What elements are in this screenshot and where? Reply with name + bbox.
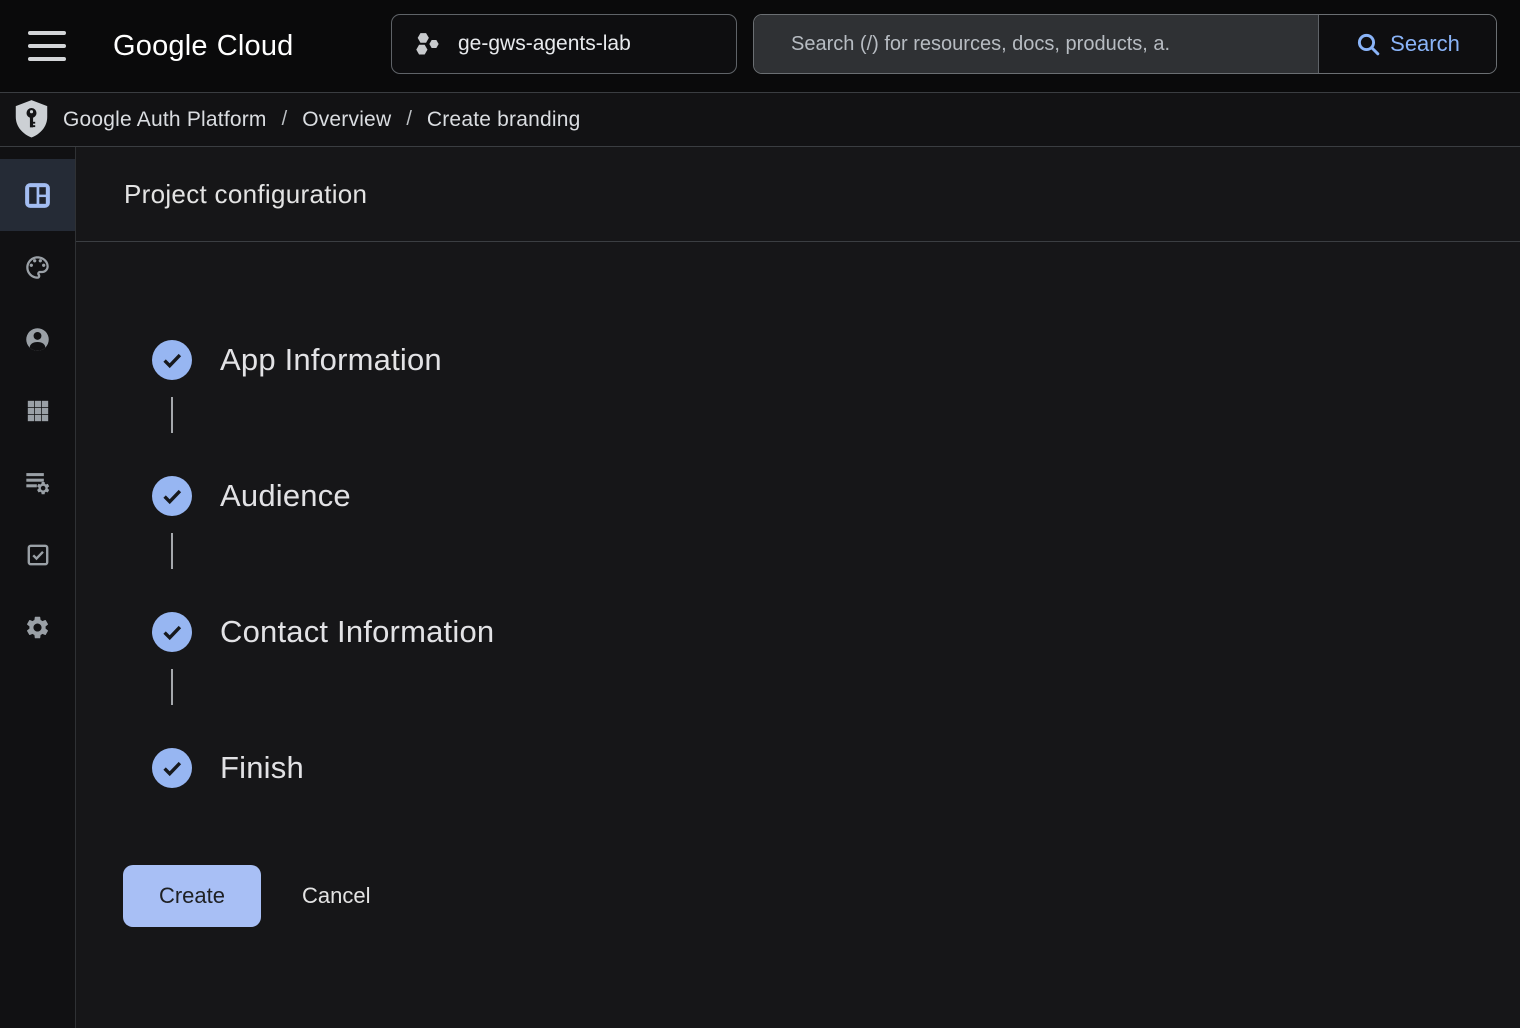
google-cloud-logo[interactable]: Google Cloud	[113, 0, 294, 92]
breadcrumb-separator: /	[282, 108, 288, 131]
global-search: Search	[753, 14, 1497, 74]
step-audience: Audience	[152, 476, 351, 516]
breadcrumb-create-branding: Create branding	[427, 108, 581, 132]
check-circle-icon	[152, 612, 192, 652]
logo-google-text: Google	[113, 30, 208, 63]
step-contact-information: Contact Information	[152, 612, 494, 652]
sidebar-item-audience[interactable]	[0, 303, 75, 375]
search-button[interactable]: Search	[1319, 15, 1496, 73]
breadcrumb-overview[interactable]: Overview	[302, 108, 391, 132]
step-label: Contact Information	[220, 614, 494, 650]
check-circle-icon	[152, 748, 192, 788]
sidebar-item-settings[interactable]	[0, 591, 75, 663]
breadcrumb: Google Auth Platform / Overview / Create…	[63, 108, 580, 132]
sidebar-item-overview[interactable]	[0, 159, 75, 231]
breadcrumb-bar: Google Auth Platform / Overview / Create…	[0, 93, 1520, 147]
check-circle-icon	[152, 476, 192, 516]
content-header: Project configuration	[76, 147, 1520, 242]
step-app-information: App Information	[152, 340, 442, 380]
step-finish: Finish	[152, 748, 304, 788]
step-connector	[171, 397, 173, 433]
step-connector	[171, 533, 173, 569]
sidebar-item-clients[interactable]	[0, 375, 75, 447]
step-label: Finish	[220, 750, 304, 786]
dashboard-icon	[24, 182, 51, 209]
menu-icon[interactable]	[28, 31, 68, 61]
list-gear-icon	[24, 469, 52, 497]
main-content: Project configuration App Information Au…	[76, 147, 1520, 1028]
sidebar-item-branding[interactable]	[0, 231, 75, 303]
project-selector[interactable]: ge-gws-agents-lab	[391, 14, 737, 74]
breadcrumb-google-auth-platform[interactable]: Google Auth Platform	[63, 108, 267, 132]
top-header: Google Cloud ge-gws-agents-lab Search	[0, 0, 1520, 93]
account-icon	[24, 326, 51, 353]
step-label: Audience	[220, 478, 351, 514]
page-title: Project configuration	[124, 179, 367, 210]
search-icon	[1355, 31, 1382, 58]
checkbox-icon	[25, 542, 51, 568]
project-selector-label: ge-gws-agents-lab	[458, 32, 631, 56]
logo-cloud-text: Cloud	[217, 30, 294, 63]
shield-key-icon	[13, 99, 50, 140]
palette-icon	[24, 254, 51, 281]
create-button[interactable]: Create	[123, 865, 261, 927]
sidebar-item-verification-center[interactable]	[0, 519, 75, 591]
search-button-label: Search	[1390, 31, 1460, 57]
left-nav-sidebar	[0, 147, 76, 1028]
search-input[interactable]	[754, 15, 1319, 73]
gear-icon	[24, 614, 51, 641]
step-connector	[171, 669, 173, 705]
sidebar-item-data-access[interactable]	[0, 447, 75, 519]
step-label: App Information	[220, 342, 442, 378]
grid-icon	[25, 398, 51, 424]
breadcrumb-separator: /	[406, 108, 412, 131]
check-circle-icon	[152, 340, 192, 380]
cancel-button[interactable]: Cancel	[302, 865, 370, 927]
project-hexagons-icon	[412, 30, 442, 58]
